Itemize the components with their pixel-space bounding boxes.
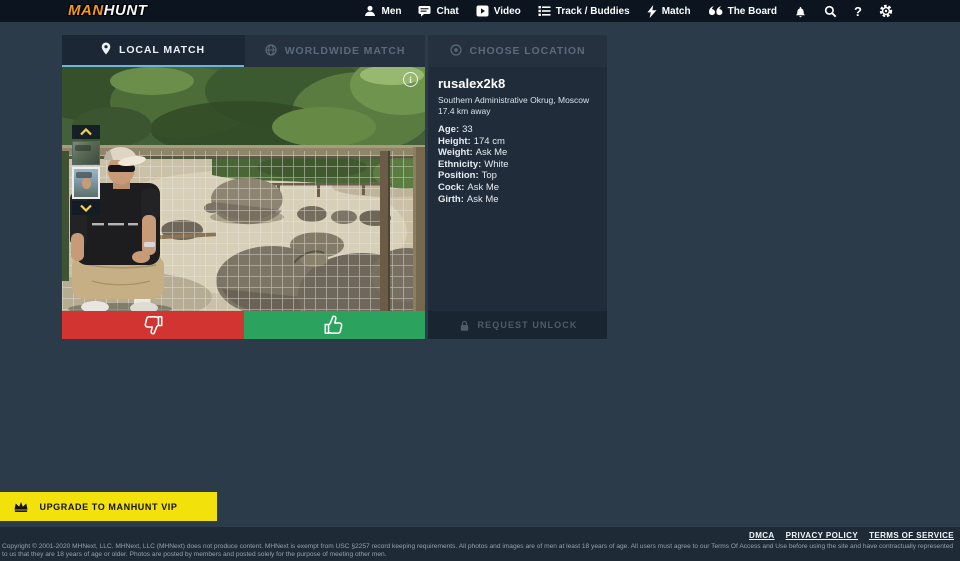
profile-info: rusalex2k8 Southern Administrative Okrug… bbox=[428, 67, 607, 205]
settings-icon[interactable] bbox=[879, 4, 893, 18]
help-glyph: ? bbox=[854, 4, 862, 19]
stat-weight-label: Weight: bbox=[438, 147, 473, 158]
stat-height-value: 174 cm bbox=[474, 136, 505, 147]
tab-worldwide-match[interactable]: WORLDWIDE MATCH bbox=[244, 35, 425, 67]
photo-next-button[interactable] bbox=[72, 201, 100, 215]
photo-thumbnail-2-selected[interactable] bbox=[72, 167, 100, 199]
stat-position-label: Position: bbox=[438, 170, 479, 181]
globe-icon bbox=[265, 44, 277, 59]
stat-ethnicity-label: Ethnicity: bbox=[438, 159, 481, 170]
photo-thumbnail-strip bbox=[72, 125, 100, 215]
chevron-up-icon bbox=[79, 128, 93, 136]
nav-match[interactable]: Match bbox=[647, 5, 691, 18]
footer-copyright: Copyright © 2001-2020 MHNext, LLC. MHNex… bbox=[2, 543, 958, 558]
stat-ethnicity: Ethnicity:White bbox=[438, 159, 597, 171]
manhunt-app: MANHUNT Men Chat Video bbox=[0, 0, 960, 561]
thumbs-up-icon bbox=[322, 313, 346, 337]
stat-cock-label: Cock: bbox=[438, 182, 464, 193]
list-icon bbox=[538, 5, 551, 17]
manhunt-logo[interactable]: MANHUNT bbox=[68, 2, 147, 19]
info-icon: i bbox=[409, 75, 412, 85]
target-icon bbox=[450, 44, 462, 59]
like-button[interactable] bbox=[244, 311, 426, 339]
stat-age: Age:33 bbox=[438, 124, 597, 136]
stat-position-value: Top bbox=[482, 170, 497, 181]
notifications-icon[interactable] bbox=[794, 5, 807, 18]
nav-the-board[interactable]: The Board bbox=[708, 6, 777, 17]
nav-video[interactable]: Video bbox=[476, 5, 521, 17]
request-unlock-label: REQUEST UNLOCK bbox=[478, 320, 578, 330]
stat-age-value: 33 bbox=[462, 124, 473, 135]
nav-men[interactable]: Men bbox=[364, 5, 401, 17]
stat-height-label: Height: bbox=[438, 136, 471, 147]
photo-prev-button[interactable] bbox=[72, 125, 100, 139]
stat-ethnicity-value: White bbox=[484, 159, 508, 170]
nav-the-board-label: The Board bbox=[728, 6, 777, 17]
photo-info-button[interactable]: i bbox=[403, 72, 418, 87]
photo-scene bbox=[62, 67, 425, 311]
match-tabs: LOCAL MATCH WORLDWIDE MATCH CHOOSE LOCAT… bbox=[62, 35, 607, 67]
men-icon bbox=[364, 5, 376, 17]
nav-chat[interactable]: Chat bbox=[418, 5, 458, 17]
stat-cock: Cock:Ask Me bbox=[438, 182, 597, 194]
profile-location: Southern Administrative Okrug, Moscow bbox=[438, 95, 597, 106]
profile-stats: Age:33 Height:174 cm Weight:Ask Me Ethni… bbox=[438, 124, 597, 205]
tab-local-match[interactable]: LOCAL MATCH bbox=[62, 35, 244, 67]
logo-part-hunt: HUNT bbox=[104, 2, 148, 19]
stat-height: Height:174 cm bbox=[438, 136, 597, 148]
upgrade-vip-button[interactable]: UPGRADE TO MANHUNT VIP bbox=[0, 492, 217, 521]
footer-links: DMCA PRIVACY POLICY TERMS OF SERVICE bbox=[749, 531, 954, 540]
pin-icon bbox=[101, 42, 111, 58]
tab-choose-location-label: CHOOSE LOCATION bbox=[470, 45, 586, 57]
upgrade-vip-label: UPGRADE TO MANHUNT VIP bbox=[0, 492, 217, 521]
lightning-icon bbox=[647, 5, 657, 18]
nav-men-label: Men bbox=[381, 6, 401, 17]
photo-thumbnail-1[interactable] bbox=[72, 141, 100, 165]
lock-icon bbox=[458, 319, 471, 332]
profile-photo: i bbox=[62, 67, 425, 311]
stat-position: Position:Top bbox=[438, 170, 597, 182]
footer-link-terms-of-service[interactable]: TERMS OF SERVICE bbox=[869, 531, 954, 540]
stat-weight: Weight:Ask Me bbox=[438, 147, 597, 159]
thumbs-down-icon bbox=[141, 313, 165, 337]
stat-age-label: Age: bbox=[438, 124, 459, 135]
profile-distance: 17.4 km away bbox=[438, 106, 597, 117]
tab-local-match-label: LOCAL MATCH bbox=[119, 44, 205, 56]
dislike-button[interactable] bbox=[62, 311, 244, 339]
nav-track-buddies-label: Track / Buddies bbox=[556, 6, 630, 17]
footer-link-dmca[interactable]: DMCA bbox=[749, 531, 775, 540]
stat-girth-value: Ask Me bbox=[467, 194, 499, 205]
tab-choose-location[interactable]: CHOOSE LOCATION bbox=[428, 35, 607, 67]
top-nav-menu: Men Chat Video Track / Buddies bbox=[364, 0, 893, 22]
help-icon[interactable]: ? bbox=[854, 4, 862, 19]
nav-video-label: Video bbox=[494, 6, 521, 17]
profile-details-panel: rusalex2k8 Southern Administrative Okrug… bbox=[428, 67, 607, 339]
match-photo-column: i bbox=[62, 67, 425, 339]
nav-match-label: Match bbox=[662, 6, 691, 17]
top-nav-bar: MANHUNT Men Chat Video bbox=[0, 0, 960, 22]
search-icon[interactable] bbox=[824, 5, 837, 18]
nav-chat-label: Chat bbox=[436, 6, 458, 17]
stat-weight-value: Ask Me bbox=[476, 147, 508, 158]
quote-icon bbox=[708, 6, 723, 17]
footer: DMCA PRIVACY POLICY TERMS OF SERVICE Cop… bbox=[0, 527, 960, 561]
chat-icon bbox=[418, 5, 431, 17]
request-unlock-button[interactable]: REQUEST UNLOCK bbox=[428, 311, 607, 339]
footer-link-privacy-policy[interactable]: PRIVACY POLICY bbox=[786, 531, 858, 540]
stat-girth-label: Girth: bbox=[438, 194, 464, 205]
match-action-bar bbox=[62, 311, 425, 339]
stat-girth: Girth:Ask Me bbox=[438, 194, 597, 206]
profile-username: rusalex2k8 bbox=[438, 76, 597, 91]
video-icon bbox=[476, 5, 489, 17]
nav-track-buddies[interactable]: Track / Buddies bbox=[538, 5, 630, 17]
logo-part-man: MAN bbox=[68, 2, 104, 19]
tab-worldwide-match-label: WORLDWIDE MATCH bbox=[285, 45, 406, 57]
stat-cock-value: Ask Me bbox=[467, 182, 499, 193]
chevron-down-icon bbox=[79, 204, 93, 212]
